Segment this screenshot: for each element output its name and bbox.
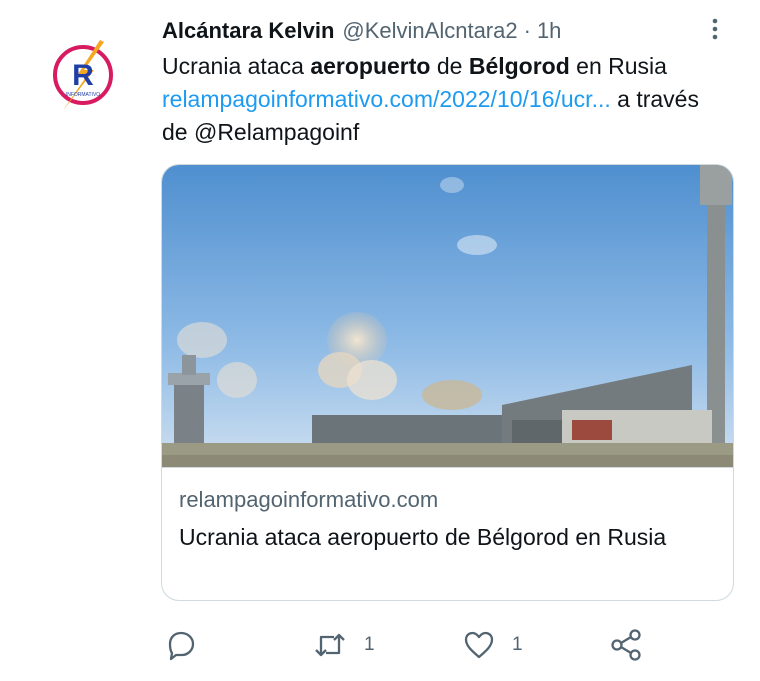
like-count: 1 (512, 634, 523, 655)
separator-dot: · (523, 18, 531, 43)
reply-icon (168, 631, 195, 661)
link-preview-card[interactable]: relampagoinformativo.com Ucrania ataca a… (161, 164, 734, 601)
svg-text:R: R (72, 59, 94, 92)
tweet-actions: 1 1 (0, 615, 760, 675)
tweet-time[interactable]: 1h (537, 18, 561, 44)
retweet-button[interactable]: 1 (312, 615, 375, 675)
heart-icon (464, 631, 494, 659)
retweet-icon (315, 633, 345, 657)
tweet-link[interactable]: relampagoinformativo.com/2022/10/16/ucr.… (162, 86, 611, 112)
share-button[interactable] (608, 615, 644, 675)
tweet-header: Alcántara Kelvin @KelvinAlcntara2 · 1h (162, 14, 702, 48)
tweet-text: Ucrania ataca aeropuerto de Bélgorod en … (162, 50, 722, 149)
like-button[interactable]: 1 (462, 615, 523, 675)
retweet-count: 1 (364, 634, 375, 655)
relampago-logo-icon: R INFORMATIVO (53, 40, 113, 112)
tweet-text-part: Ucrania ataca (162, 53, 311, 79)
author-handle[interactable]: @KelvinAlcntara2 (342, 18, 517, 44)
card-title: Ucrania ataca aeropuerto de Bélgorod en … (179, 524, 667, 550)
tweet-text-bold: Bélgorod (468, 53, 570, 79)
more-options-icon[interactable] (700, 14, 730, 44)
tweet-text-part: en Rusia (569, 53, 667, 79)
card-domain: relampagoinformativo.com (179, 487, 439, 512)
author-name[interactable]: Alcántara Kelvin (162, 18, 334, 44)
share-icon (611, 629, 641, 661)
card-image[interactable] (162, 165, 734, 467)
card-divider (162, 467, 733, 468)
avatar[interactable]: R INFORMATIVO (48, 40, 118, 112)
reply-button[interactable] (164, 615, 214, 675)
tweet-text-bold: aeropuerto (310, 53, 431, 79)
svg-text:INFORMATIVO: INFORMATIVO (66, 92, 100, 98)
tweet-text-part: de (430, 53, 469, 79)
